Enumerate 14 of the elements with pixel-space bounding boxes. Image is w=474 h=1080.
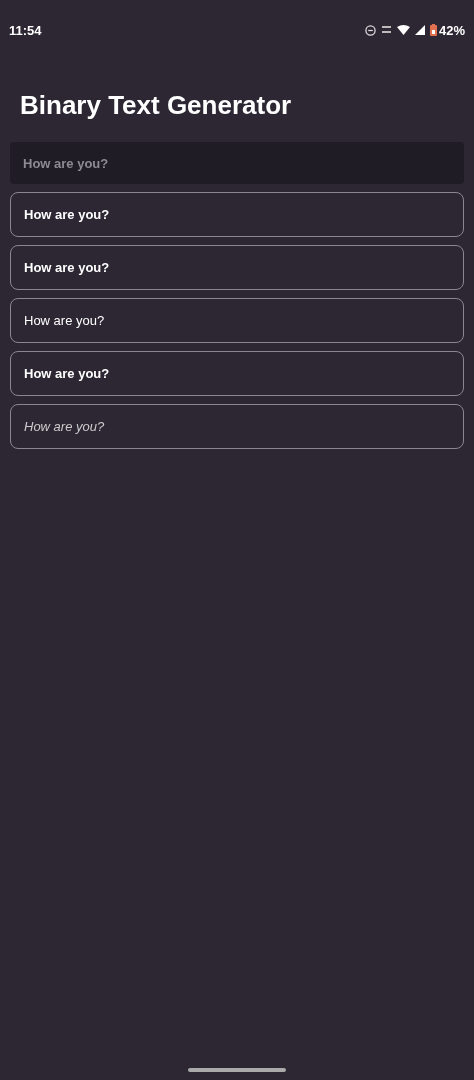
status-time: 11:54 xyxy=(9,22,42,38)
output-card[interactable]: How are you? xyxy=(10,245,464,290)
battery-icon xyxy=(429,24,437,36)
home-indicator[interactable] xyxy=(188,1068,286,1072)
do-not-disturb-icon xyxy=(364,24,376,36)
input-field[interactable]: How are you? xyxy=(10,142,464,184)
battery-percentage: 42% xyxy=(438,22,465,38)
output-card[interactable]: How are you? xyxy=(10,404,464,449)
output-card[interactable]: How are you? xyxy=(10,298,464,343)
output-card[interactable]: How are you? xyxy=(10,192,464,237)
page-title: Binary Text Generator xyxy=(19,89,293,122)
output-card[interactable]: How are you? xyxy=(10,351,464,396)
signal-icon xyxy=(414,25,425,35)
wifi-icon xyxy=(396,25,410,35)
